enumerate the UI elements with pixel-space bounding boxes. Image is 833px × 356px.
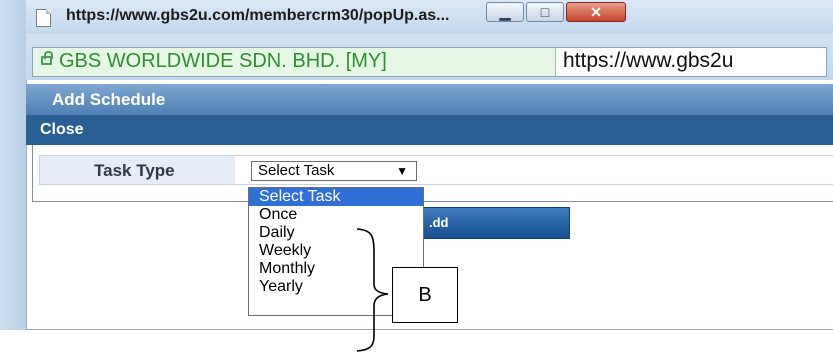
annotation-label-box: B [392, 267, 458, 323]
annotation-brace [356, 228, 389, 352]
annotation-label: B [418, 284, 432, 306]
